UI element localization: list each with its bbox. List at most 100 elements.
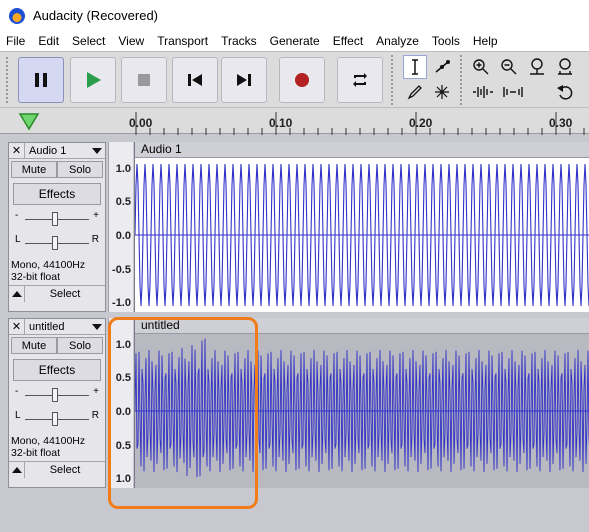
loop-button[interactable] (337, 57, 383, 103)
timeline-row: 0.00 0.10 0.20 0.30 (0, 107, 589, 136)
trim-button[interactable] (469, 80, 497, 104)
track-info: Mono, 44100Hz 32-bit float (9, 435, 105, 459)
toolbar-grip[interactable] (6, 57, 14, 103)
menu-file[interactable]: File (0, 34, 32, 48)
pan-slider[interactable]: L R (13, 231, 101, 253)
menu-effect[interactable]: Effect (327, 34, 370, 48)
track-header: ✕ untitled (9, 319, 105, 335)
menu-edit[interactable]: Edit (32, 34, 66, 48)
select-track-button[interactable]: Select (25, 286, 105, 302)
chevron-down-icon (92, 323, 102, 330)
zoom-out-button[interactable] (497, 55, 521, 79)
track-bit-depth: 32-bit float (11, 271, 61, 283)
clip-area[interactable]: Audio 1 (134, 142, 589, 312)
menu-generate[interactable]: Generate (264, 34, 327, 48)
zoom-in-button[interactable] (469, 55, 493, 79)
track-control-panel: ✕ untitled Mute Solo Effects - + L R Mon… (8, 318, 106, 488)
silence-icon (503, 87, 523, 97)
effects-button[interactable]: Effects (13, 183, 101, 205)
ruler-label-1: 0.10 (269, 116, 293, 130)
gain-slider[interactable]: - + (13, 383, 101, 405)
zoom-in-icon (473, 59, 489, 75)
scale-label: 0.5 (115, 196, 131, 208)
audacity-logo-icon (9, 7, 25, 24)
toolbar (0, 51, 589, 107)
menu-select[interactable]: Select (66, 34, 112, 48)
menu-transport[interactable]: Transport (151, 34, 215, 48)
pan-slider[interactable]: L R (13, 407, 101, 429)
pause-button[interactable] (18, 57, 64, 103)
menu-analyze[interactable]: Analyze (370, 34, 426, 48)
selection-tool[interactable] (403, 55, 427, 79)
zoom-out-icon (501, 59, 517, 75)
skip-to-start-button[interactable] (172, 57, 218, 103)
menu-help[interactable]: Help (467, 34, 505, 48)
gain-slider-thumb[interactable] (52, 212, 58, 226)
mute-button[interactable]: Mute (11, 161, 57, 178)
track-name-menu[interactable]: untitled (25, 321, 89, 333)
menu-tools[interactable]: Tools (426, 34, 467, 48)
play-head-button[interactable] (18, 111, 40, 136)
record-button[interactable] (279, 57, 325, 103)
chevron-up-icon (11, 291, 22, 297)
fit-selection-button[interactable] (525, 55, 549, 79)
clip-title[interactable]: Audio 1 (135, 142, 589, 158)
skip-end-icon (237, 74, 251, 86)
play-head-icon (18, 113, 40, 131)
track-menu-dropdown[interactable] (89, 323, 105, 330)
menu-view[interactable]: View (112, 34, 151, 48)
skip-start-icon (188, 74, 202, 86)
draw-tool[interactable] (403, 80, 427, 104)
amplitude-ruler[interactable]: 1.0 0.5 0.0 -0.5 -1.0 (108, 142, 133, 312)
multi-tool[interactable] (430, 80, 454, 104)
skip-to-end-button[interactable] (221, 57, 267, 103)
track-name-menu[interactable]: Audio 1 (25, 145, 89, 157)
select-track-button[interactable]: Select (25, 462, 105, 478)
undo-icon (557, 85, 573, 100)
track-control-panel: ✕ Audio 1 Mute Solo Effects - + L R Mono… (8, 142, 106, 312)
scale-label: 1.0 (115, 163, 131, 175)
timeline-ruler[interactable]: 0.00 0.10 0.20 0.30 (108, 108, 589, 135)
effects-button[interactable]: Effects (13, 359, 101, 381)
mute-button[interactable]: Mute (11, 337, 57, 354)
edit-grip[interactable] (460, 55, 465, 105)
collapse-track-button[interactable] (9, 462, 25, 478)
ruler-label-0: 0.00 (129, 116, 153, 130)
ruler-ticks (135, 112, 585, 135)
close-icon: ✕ (11, 321, 22, 333)
multi-tool-icon (435, 85, 449, 99)
fit-project-button[interactable] (553, 55, 577, 79)
stop-button[interactable] (121, 57, 167, 103)
pan-left-label: L (15, 234, 21, 245)
track-menu-dropdown[interactable] (89, 147, 105, 154)
scale-label: 0.0 (115, 230, 131, 242)
gain-slider-thumb[interactable] (52, 388, 58, 402)
selection-tool-icon (412, 59, 418, 75)
pan-right-label: R (91, 410, 99, 421)
track-header: ✕ Audio 1 (9, 143, 105, 159)
scale-label: -0.5 (112, 264, 131, 276)
pan-slider-thumb[interactable] (52, 412, 58, 426)
window-title: Audacity (Recovered) (33, 8, 158, 23)
title-bar: Audacity (Recovered) (0, 0, 589, 31)
fit-selection-icon (530, 58, 544, 75)
gain-max-label: + (93, 386, 99, 397)
solo-button[interactable]: Solo (57, 337, 103, 354)
play-button[interactable] (70, 57, 116, 103)
waveform[interactable] (135, 158, 589, 312)
solo-button[interactable]: Solo (57, 161, 103, 178)
collapse-track-button[interactable] (9, 286, 25, 302)
envelope-tool[interactable] (430, 55, 454, 79)
gain-min-label: - (15, 210, 19, 221)
gain-max-label: + (93, 210, 99, 221)
undo-button[interactable] (553, 80, 577, 104)
menu-tracks[interactable]: Tracks (215, 34, 264, 48)
play-icon (87, 72, 101, 88)
close-track-button[interactable]: ✕ (9, 143, 25, 158)
gain-slider[interactable]: - + (13, 207, 101, 229)
close-track-button[interactable]: ✕ (9, 319, 25, 334)
tools-grip[interactable] (391, 55, 396, 105)
pan-slider-thumb[interactable] (52, 236, 58, 250)
fit-project-icon (558, 58, 572, 75)
silence-button[interactable] (499, 80, 527, 104)
